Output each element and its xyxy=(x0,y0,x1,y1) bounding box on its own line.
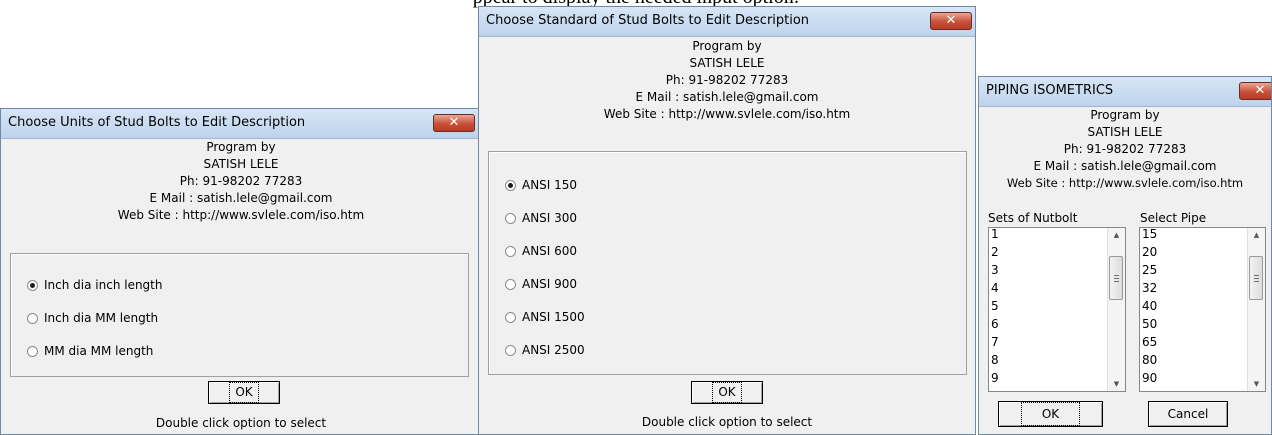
pipe-listbox[interactable]: 15 20 25 32 40 50 65 80 90 ▲ ▼ xyxy=(1139,227,1266,392)
author-name: SATISH LELE xyxy=(203,157,279,171)
radio-circle[interactable] xyxy=(505,279,516,290)
radio-label: ANSI 900 xyxy=(522,277,578,291)
units-hint: Double click option to select xyxy=(155,416,327,430)
sets-scrollbar[interactable]: ▲ ▼ xyxy=(1107,228,1125,391)
cancel-label: Cancel xyxy=(1167,407,1209,421)
units-title-bar[interactable]: Choose Units of Stud Bolts to Edit Descr… xyxy=(1,109,481,139)
units-dialog-title: Choose Units of Stud Bolts to Edit Descr… xyxy=(8,115,306,130)
radio-label: Inch dia MM length xyxy=(44,311,159,325)
radio-label: ANSI 300 xyxy=(522,211,578,225)
piping-credits: Program by SATISH LELE Ph: 91-98202 7728… xyxy=(979,107,1271,192)
author-name: SATISH LELE xyxy=(1087,125,1163,139)
grip-line xyxy=(1114,281,1119,282)
grip-line xyxy=(1114,275,1119,276)
sets-of-nutbolt-label: Sets of Nutbolt xyxy=(988,211,1078,225)
piping-dialog: PIPING ISOMETRICS ✕ Program by SATISH LE… xyxy=(978,76,1272,435)
list-item[interactable]: 9 xyxy=(991,372,999,384)
ok-label: OK xyxy=(1020,402,1081,426)
list-item[interactable]: 2 xyxy=(991,246,999,258)
program-by-label: Program by xyxy=(1090,108,1160,122)
scroll-thumb[interactable] xyxy=(1249,256,1263,300)
scroll-up-icon[interactable]: ▲ xyxy=(1248,231,1265,239)
scroll-up-icon[interactable]: ▲ xyxy=(1108,231,1125,239)
grip-line xyxy=(1254,278,1259,279)
units-ok-button[interactable]: OK xyxy=(208,381,280,404)
units-credits: Program by SATISH LELE Ph: 91-98202 7728… xyxy=(1,139,481,224)
list-item[interactable]: 6 xyxy=(991,318,999,330)
scroll-down-icon[interactable]: ▼ xyxy=(1108,380,1125,388)
standard-dialog-title: Choose Standard of Stud Bolts to Edit De… xyxy=(486,13,810,28)
standard-dialog: Choose Standard of Stud Bolts to Edit De… xyxy=(478,6,976,435)
email-text: E Mail : satish.lele@gmail.com xyxy=(1033,159,1217,173)
phone-text: Ph: 91-98202 77283 xyxy=(1063,142,1187,156)
units-option-group: Inch dia inch length Inch dia MM length … xyxy=(10,253,469,377)
standard-ok-button[interactable]: OK xyxy=(691,381,763,404)
phone-text: Ph: 91-98202 77283 xyxy=(665,73,789,87)
sets-listbox[interactable]: 1 2 3 4 5 6 7 8 9 ▲ ▼ xyxy=(988,227,1126,392)
program-by-label: Program by xyxy=(206,140,276,154)
website-text: Web Site : http://www.svlele.com/iso.htm xyxy=(1006,176,1244,190)
radio-circle[interactable] xyxy=(505,345,516,356)
radio-circle[interactable] xyxy=(505,180,516,191)
scroll-thumb[interactable] xyxy=(1109,256,1123,300)
standard-credits: Program by SATISH LELE Ph: 91-98202 7728… xyxy=(479,38,975,123)
grip-line xyxy=(1254,275,1259,276)
list-item[interactable]: 40 xyxy=(1142,300,1157,312)
radio-label: ANSI 150 xyxy=(522,178,578,192)
pipe-scrollbar[interactable]: ▲ ▼ xyxy=(1247,228,1265,391)
standard-option-group: ANSI 150 ANSI 300 ANSI 600 ANSI 900 ANSI… xyxy=(488,151,967,375)
program-by-label: Program by xyxy=(692,39,762,53)
website-text: Web Site : http://www.svlele.com/iso.htm xyxy=(603,107,851,121)
website-text: Web Site : http://www.svlele.com/iso.htm xyxy=(117,208,365,222)
list-item[interactable]: 50 xyxy=(1142,318,1157,330)
close-icon: ✕ xyxy=(1254,83,1266,98)
piping-close-button[interactable]: ✕ xyxy=(1239,82,1271,100)
radio-label: ANSI 1500 xyxy=(522,310,585,324)
list-item[interactable]: 65 xyxy=(1142,336,1157,348)
ok-label: OK xyxy=(712,382,742,403)
list-item[interactable]: 1 xyxy=(991,228,999,240)
radio-label: ANSI 600 xyxy=(522,244,578,258)
list-item[interactable]: 25 xyxy=(1142,264,1157,276)
radio-label: Inch dia inch length xyxy=(44,278,163,292)
piping-cancel-button[interactable]: Cancel xyxy=(1148,401,1228,427)
list-item[interactable]: 32 xyxy=(1142,282,1157,294)
list-item[interactable]: 8 xyxy=(991,354,999,366)
list-item[interactable]: 20 xyxy=(1142,246,1157,258)
piping-dialog-title: PIPING ISOMETRICS xyxy=(986,83,1114,98)
standard-hint: Double click option to select xyxy=(641,415,813,429)
scroll-down-icon[interactable]: ▼ xyxy=(1248,380,1265,388)
units-close-button[interactable]: ✕ xyxy=(433,114,475,132)
piping-title-bar[interactable]: PIPING ISOMETRICS ✕ xyxy=(979,77,1271,107)
close-icon: ✕ xyxy=(448,115,460,130)
standard-title-bar[interactable]: Choose Standard of Stud Bolts to Edit De… xyxy=(479,7,975,37)
email-text: E Mail : satish.lele@gmail.com xyxy=(635,90,819,104)
list-item[interactable]: 7 xyxy=(991,336,999,348)
ok-label: OK xyxy=(229,382,259,403)
list-item[interactable]: 90 xyxy=(1142,372,1157,384)
standard-close-button[interactable]: ✕ xyxy=(930,12,972,30)
list-item[interactable]: 15 xyxy=(1142,228,1157,240)
close-icon: ✕ xyxy=(945,13,957,28)
email-text: E Mail : satish.lele@gmail.com xyxy=(149,191,333,205)
radio-circle[interactable] xyxy=(27,280,38,291)
select-pipe-label: Select Pipe xyxy=(1140,211,1207,225)
list-item[interactable]: 3 xyxy=(991,264,999,276)
author-name: SATISH LELE xyxy=(689,56,765,70)
grip-line xyxy=(1114,278,1119,279)
radio-circle[interactable] xyxy=(505,246,516,257)
list-item[interactable]: 4 xyxy=(991,282,999,294)
radio-circle[interactable] xyxy=(505,312,516,323)
radio-circle[interactable] xyxy=(505,213,516,224)
piping-ok-button[interactable]: OK xyxy=(998,401,1103,427)
radio-circle[interactable] xyxy=(27,313,38,324)
radio-label: ANSI 2500 xyxy=(522,343,585,357)
radio-circle[interactable] xyxy=(27,346,38,357)
grip-line xyxy=(1254,281,1259,282)
list-item[interactable]: 80 xyxy=(1142,354,1157,366)
phone-text: Ph: 91-98202 77283 xyxy=(179,174,303,188)
units-dialog: Choose Units of Stud Bolts to Edit Descr… xyxy=(0,108,482,435)
list-item[interactable]: 5 xyxy=(991,300,999,312)
radio-label: MM dia MM length xyxy=(44,344,154,358)
